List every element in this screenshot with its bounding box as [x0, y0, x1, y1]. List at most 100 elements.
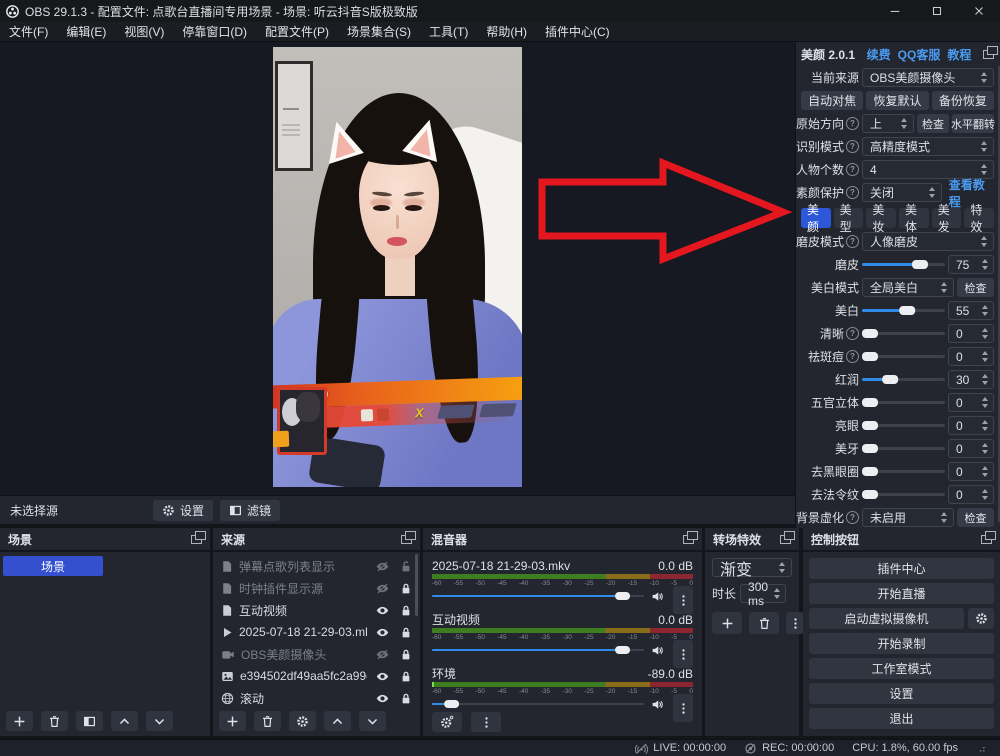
qq-support-link[interactable]: QQ客服 — [898, 46, 941, 63]
beauty-tab-0[interactable]: 美颜 — [801, 208, 831, 228]
visibility-toggle[interactable] — [373, 670, 391, 683]
lock-toggle[interactable] — [397, 560, 415, 573]
source-list-item[interactable]: OBS美颜摄像头 — [213, 643, 420, 665]
slider-handle[interactable] — [862, 398, 878, 407]
popout-icon[interactable] — [191, 535, 202, 544]
popout-icon[interactable] — [401, 535, 412, 544]
slider-handle[interactable] — [615, 592, 630, 600]
menu-item-6[interactable]: 工具(T) — [420, 23, 477, 40]
beauty-value-stepper[interactable]: 0 — [948, 324, 994, 343]
lock-toggle[interactable] — [397, 648, 415, 661]
slider-handle[interactable] — [912, 260, 928, 269]
slider-handle[interactable] — [882, 375, 898, 384]
speaker-icon[interactable] — [650, 590, 665, 603]
add-transition-button[interactable] — [712, 612, 742, 634]
source-filters-button[interactable]: 滤镜 — [220, 500, 280, 521]
beauty-slider-11[interactable] — [862, 485, 945, 504]
remove-transition-button[interactable] — [749, 612, 779, 634]
orientation-check-button[interactable]: 检查 — [917, 114, 949, 133]
transition-type-select[interactable]: 渐变 — [712, 558, 792, 577]
current-source-select[interactable]: OBS美颜摄像头 — [862, 68, 994, 87]
source-settings-button[interactable]: 设置 — [153, 500, 213, 521]
help-icon[interactable]: ? — [846, 186, 859, 199]
source-properties-button[interactable] — [289, 711, 316, 731]
beauty-tab-1[interactable]: 美型 — [834, 208, 864, 228]
help-icon[interactable]: ? — [846, 350, 859, 363]
beauty-value-stepper[interactable]: 0 — [948, 462, 994, 481]
source-list-item[interactable]: 时钟插件显示源 — [213, 577, 420, 599]
beauty-tab-3[interactable]: 美体 — [899, 208, 929, 228]
help-icon[interactable]: ? — [846, 140, 859, 153]
mixer-menu-button[interactable] — [471, 712, 501, 732]
renew-link[interactable]: 续费 — [867, 46, 891, 63]
slider-handle[interactable] — [862, 444, 878, 453]
beauty-slider-3[interactable] — [862, 301, 945, 320]
slider-handle[interactable] — [899, 306, 915, 315]
beauty-tab-5[interactable]: 特效 — [964, 208, 994, 228]
slider-handle[interactable] — [615, 646, 630, 654]
control-button-4[interactable]: 工作室模式 — [809, 658, 994, 679]
menu-item-3[interactable]: 停靠窗口(D) — [173, 23, 256, 40]
beauty-combo-12[interactable]: 未启用 — [862, 508, 954, 527]
scene-filters-button[interactable] — [76, 711, 103, 731]
beauty-slider-6[interactable] — [862, 370, 945, 389]
help-icon[interactable]: ? — [846, 117, 859, 130]
lock-toggle[interactable] — [397, 626, 415, 639]
help-icon[interactable]: ? — [846, 163, 859, 176]
move-source-down-button[interactable] — [359, 711, 386, 731]
horizontal-flip-button[interactable]: 水平翻转 — [952, 114, 994, 133]
beauty-value-stepper[interactable]: 0 — [948, 347, 994, 366]
beauty-slider-9[interactable] — [862, 439, 945, 458]
menu-item-4[interactable]: 配置文件(P) — [256, 23, 338, 40]
control-button-1[interactable]: 开始直播 — [809, 583, 994, 604]
slider-handle[interactable] — [862, 467, 878, 476]
control-button-3[interactable]: 开始录制 — [809, 633, 994, 654]
remove-source-button[interactable] — [254, 711, 281, 731]
beauty-value-stepper[interactable]: 30 — [948, 370, 994, 389]
beauty-slider-5[interactable] — [862, 347, 945, 366]
add-source-button[interactable] — [219, 711, 246, 731]
beauty-slider-4[interactable] — [862, 324, 945, 343]
beauty-combo-0[interactable]: 人像磨皮 — [862, 232, 994, 251]
popout-icon[interactable] — [780, 535, 791, 544]
beauty-slider-1[interactable] — [862, 255, 945, 274]
sources-scrollbar[interactable] — [415, 554, 418, 616]
help-icon[interactable]: ? — [846, 327, 859, 340]
lock-toggle[interactable] — [397, 604, 415, 617]
tutorial-link[interactable]: 教程 — [947, 46, 971, 63]
control-button-0[interactable]: 插件中心 — [809, 558, 994, 579]
beauty-slider-8[interactable] — [862, 416, 945, 435]
slider-handle[interactable] — [862, 421, 878, 430]
volume-slider[interactable] — [432, 696, 644, 712]
slider-handle[interactable] — [862, 329, 878, 338]
minimize-button[interactable] — [874, 0, 916, 22]
source-list-item[interactable]: e394502df49aa5fc2a99cd2e7c — [213, 665, 420, 687]
beauty-value-stepper[interactable]: 0 — [948, 439, 994, 458]
add-scene-button[interactable] — [6, 711, 33, 731]
visibility-toggle[interactable] — [373, 648, 391, 661]
recognition-mode-select[interactable]: 高精度模式 — [862, 137, 994, 156]
lock-toggle[interactable] — [397, 582, 415, 595]
source-list-item[interactable]: 互动视频 — [213, 599, 420, 621]
help-icon[interactable]: ? — [846, 511, 859, 524]
channel-menu-button[interactable] — [673, 694, 693, 722]
beauty-tab-4[interactable]: 美发 — [932, 208, 962, 228]
visibility-toggle[interactable] — [373, 626, 391, 639]
popout-icon[interactable] — [983, 50, 994, 59]
lock-toggle[interactable] — [397, 692, 415, 705]
orientation-select[interactable]: 上 — [862, 114, 914, 133]
popout-icon[interactable] — [981, 535, 992, 544]
source-list-item[interactable]: 2025-07-18 21-29-03.mkv — [213, 621, 420, 643]
volume-slider[interactable] — [432, 642, 644, 658]
close-button[interactable] — [958, 0, 1000, 22]
slider-handle[interactable] — [444, 700, 459, 708]
check-button[interactable]: 检查 — [957, 278, 994, 297]
menu-item-8[interactable]: 插件中心(C) — [536, 23, 619, 40]
control-button-5[interactable]: 设置 — [809, 683, 994, 704]
virtual-camera-button[interactable]: 启动虚拟摄像机 — [809, 608, 964, 629]
visibility-toggle[interactable] — [373, 560, 391, 573]
speaker-icon[interactable] — [650, 644, 665, 657]
preview-canvas[interactable]: 0 X — [0, 42, 795, 495]
move-scene-up-button[interactable] — [111, 711, 138, 731]
transition-menu-button[interactable] — [786, 612, 804, 634]
